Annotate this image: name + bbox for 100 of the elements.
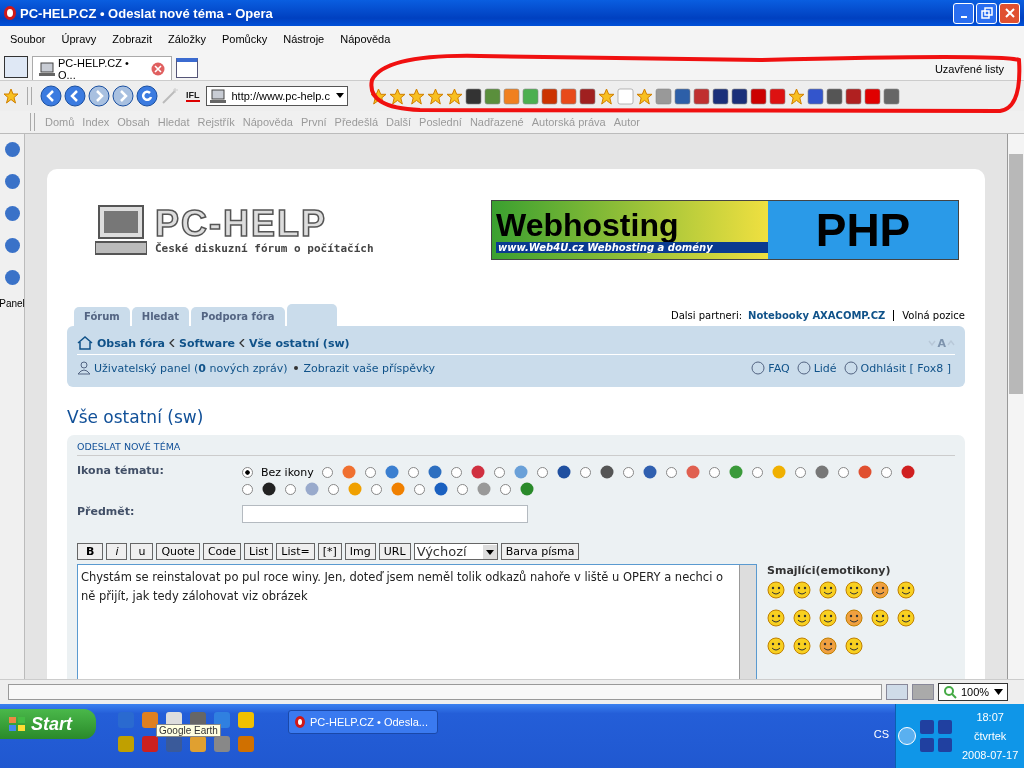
star-icon[interactable] xyxy=(388,87,406,105)
radio-button[interactable] xyxy=(708,466,720,478)
radio-button[interactable] xyxy=(407,466,419,478)
forward-icon[interactable] xyxy=(112,85,134,107)
smiley-icon[interactable] xyxy=(793,609,811,627)
back-icon[interactable] xyxy=(40,85,62,107)
font-color-button[interactable]: Barva písma xyxy=(500,543,580,560)
smiley-icon[interactable] xyxy=(845,609,863,627)
smiley-icon[interactable] xyxy=(767,581,785,599)
expand-tray-icon[interactable] xyxy=(898,727,916,745)
bookmark-icon[interactable] xyxy=(806,87,824,105)
partner-link[interactable]: Volná pozice xyxy=(902,309,965,321)
address-field[interactable]: http://www.pc-help.c xyxy=(205,86,348,106)
header-link[interactable]: Odhlásit [ Fox8 ] xyxy=(860,361,951,375)
radio-button[interactable] xyxy=(751,466,763,478)
dropdown-caret-icon[interactable] xyxy=(335,93,344,99)
radio-button[interactable] xyxy=(371,483,382,495)
radio-button[interactable] xyxy=(837,466,849,478)
smiley-icon[interactable] xyxy=(871,609,889,627)
browser-tab[interactable]: PC-HELP.CZ • O... xyxy=(32,56,172,80)
menu-item[interactable]: Nástroje xyxy=(275,33,333,45)
menu-item[interactable]: Zobrazit xyxy=(104,33,161,45)
breadcrumb-link[interactable]: Vše ostatní (sw) xyxy=(249,336,350,350)
header-link[interactable]: Lidé xyxy=(813,361,837,375)
radio-button[interactable] xyxy=(794,466,806,478)
bookmark-icon[interactable] xyxy=(464,87,482,105)
bookmark-icon[interactable] xyxy=(882,87,900,105)
partner-link[interactable]: Notebooky AXACOMP.CZ xyxy=(748,309,886,321)
radio-button[interactable] xyxy=(364,466,376,478)
star-icon[interactable] xyxy=(635,87,653,105)
smiley-icon[interactable] xyxy=(767,609,785,627)
radio-button[interactable] xyxy=(579,466,591,478)
format-button[interactable]: Img xyxy=(344,543,376,560)
panel-toggle-icon[interactable] xyxy=(4,56,28,78)
radio-button[interactable] xyxy=(328,483,339,495)
radio-button[interactable] xyxy=(500,483,511,495)
header-link[interactable]: FAQ xyxy=(768,361,790,375)
format-button[interactable]: i xyxy=(106,543,128,560)
taskbar-button[interactable]: PC-HELP.CZ • Odesla... xyxy=(288,710,438,734)
smiley-icon[interactable] xyxy=(819,637,837,655)
format-button[interactable]: URL xyxy=(378,543,411,560)
smiley-icon[interactable] xyxy=(845,637,863,655)
message-field[interactable]: Chystám se reinstalovat po pul roce winy. Jen, doteď jsem neměl tolik odkazů nahoře v liště u OPERY a nechci o ně přijít, jak tedy zálohovat viz obrázek xyxy=(77,564,757,679)
zoom-select[interactable]: 100% xyxy=(938,683,1008,701)
forum-tab[interactable]: Fórum xyxy=(74,307,130,326)
scrollbar[interactable] xyxy=(739,565,756,679)
smiley-icon[interactable] xyxy=(793,637,811,655)
format-button[interactable]: Quote xyxy=(156,543,200,560)
star-icon[interactable] xyxy=(407,87,425,105)
star-icon[interactable] xyxy=(369,87,387,105)
smiley-icon[interactable] xyxy=(793,581,811,599)
star-icon[interactable] xyxy=(3,88,19,104)
star-icon[interactable] xyxy=(426,87,444,105)
breadcrumb-link[interactable]: Obsah fóra xyxy=(97,336,166,350)
advertisement-banner[interactable]: Webhosting www.Web4U.cz Webhosting a domény PHP xyxy=(491,200,959,260)
fit-width-icon[interactable] xyxy=(886,684,908,700)
language-indicator[interactable]: CS xyxy=(873,728,889,740)
page-scrollbar[interactable] xyxy=(1007,134,1024,679)
bookmark-icon[interactable] xyxy=(749,87,767,105)
radio-button[interactable] xyxy=(665,466,677,478)
format-button[interactable]: Code xyxy=(202,543,242,560)
format-button[interactable]: B xyxy=(77,543,104,560)
smiley-icon[interactable] xyxy=(819,609,837,627)
radio-button[interactable] xyxy=(414,483,425,495)
smiley-icon[interactable] xyxy=(767,637,785,655)
radio-button[interactable] xyxy=(450,466,462,478)
menu-item[interactable]: Úpravy xyxy=(53,33,105,45)
menu-item[interactable]: Záložky xyxy=(160,33,214,45)
bookmark-icon[interactable] xyxy=(578,87,596,105)
radio-button[interactable] xyxy=(242,466,253,478)
radio-button[interactable] xyxy=(242,483,253,495)
back-icon[interactable] xyxy=(64,85,86,107)
search-engine-label[interactable]: IFL xyxy=(186,90,200,102)
radio-button[interactable] xyxy=(321,466,333,478)
format-button[interactable]: List xyxy=(244,543,274,560)
menu-item[interactable]: Nápověda xyxy=(332,33,399,45)
view-posts-link[interactable]: Zobrazit vaše příspěvky xyxy=(303,361,435,375)
restore-button[interactable] xyxy=(976,2,997,24)
user-panel-link[interactable]: Uživatelský panel (0 nových zpráv) xyxy=(94,361,288,375)
bookmark-icon[interactable] xyxy=(825,87,843,105)
reload-icon[interactable] xyxy=(136,85,158,107)
star-icon[interactable] xyxy=(787,87,805,105)
star-icon[interactable] xyxy=(445,87,463,105)
forward-icon[interactable] xyxy=(88,85,110,107)
bookmark-icon[interactable] xyxy=(711,87,729,105)
format-button[interactable]: [*] xyxy=(317,543,342,560)
radio-button[interactable] xyxy=(457,483,468,495)
forum-tab[interactable]: Podpora fóra xyxy=(191,307,285,326)
smiley-icon[interactable] xyxy=(845,581,863,599)
radio-button[interactable] xyxy=(493,466,505,478)
bookmark-icon[interactable] xyxy=(692,87,710,105)
bookmark-icon[interactable] xyxy=(730,87,748,105)
smiley-icon[interactable] xyxy=(897,609,915,627)
minimize-button[interactable] xyxy=(953,2,974,24)
bookmark-icon[interactable] xyxy=(844,87,862,105)
bookmark-icon[interactable] xyxy=(768,87,786,105)
close-button[interactable] xyxy=(999,2,1020,24)
close-tab-icon[interactable] xyxy=(151,61,165,76)
radio-button[interactable] xyxy=(536,466,548,478)
star-icon[interactable] xyxy=(597,87,615,105)
